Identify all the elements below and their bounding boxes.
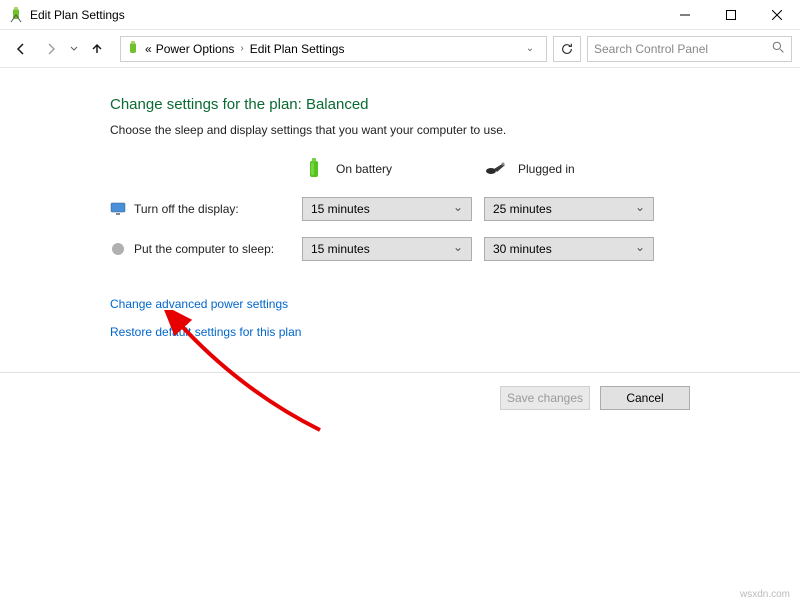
breadcrumb-prefix: «	[145, 42, 152, 56]
row-turn-off-display: Turn off the display:	[110, 201, 290, 217]
column-label: Plugged in	[518, 162, 575, 176]
row-put-to-sleep: Put the computer to sleep:	[110, 241, 290, 257]
column-plugged-in: Plugged in	[484, 157, 654, 181]
battery-icon	[302, 157, 326, 181]
recent-locations-dropdown[interactable]	[68, 45, 80, 53]
page-subtext: Choose the sleep and display settings th…	[110, 123, 800, 137]
forward-button[interactable]	[38, 36, 64, 62]
column-on-battery: On battery	[302, 157, 472, 181]
dropdown-value: 30 minutes	[493, 242, 552, 256]
watermark: wsxdn.com	[740, 589, 790, 600]
settings-grid: On battery Plugged in Turn off the displ…	[110, 157, 800, 261]
refresh-button[interactable]	[553, 36, 581, 62]
button-label: Save changes	[507, 391, 583, 405]
breadcrumb-bar[interactable]: « Power Options › Edit Plan Settings ⌄	[120, 36, 547, 62]
monitor-icon	[110, 201, 126, 217]
search-input[interactable]	[594, 42, 772, 56]
dropdown-value: 15 minutes	[311, 202, 370, 216]
sleep-battery-dropdown[interactable]: 15 minutes	[302, 237, 472, 261]
back-button[interactable]	[8, 36, 34, 62]
footer-divider	[0, 372, 800, 373]
button-label: Cancel	[626, 391, 663, 405]
plug-icon	[484, 157, 508, 181]
moon-icon	[110, 241, 126, 257]
links-section: Change advanced power settings Restore d…	[110, 297, 800, 339]
maximize-button[interactable]	[708, 0, 754, 30]
footer-buttons: Save changes Cancel	[500, 386, 690, 410]
restore-defaults-link[interactable]: Restore default settings for this plan	[110, 325, 800, 339]
close-button[interactable]	[754, 0, 800, 30]
titlebar: Edit Plan Settings	[0, 0, 800, 30]
chevron-right-icon: ›	[238, 43, 245, 54]
breadcrumb-item[interactable]: Power Options	[156, 42, 235, 56]
breadcrumb-item[interactable]: Edit Plan Settings	[250, 42, 345, 56]
row-label: Put the computer to sleep:	[134, 242, 274, 256]
sleep-plugged-dropdown[interactable]: 30 minutes	[484, 237, 654, 261]
change-advanced-link[interactable]: Change advanced power settings	[110, 297, 800, 311]
dropdown-value: 25 minutes	[493, 202, 552, 216]
search-box[interactable]	[587, 36, 792, 62]
search-icon	[772, 41, 785, 57]
window-title: Edit Plan Settings	[30, 8, 125, 22]
column-label: On battery	[336, 162, 392, 176]
row-label: Turn off the display:	[134, 202, 239, 216]
save-changes-button: Save changes	[500, 386, 590, 410]
power-options-icon	[125, 41, 141, 57]
page-heading: Change settings for the plan: Balanced	[110, 96, 800, 113]
display-plugged-dropdown[interactable]: 25 minutes	[484, 197, 654, 221]
cancel-button[interactable]: Cancel	[600, 386, 690, 410]
dropdown-value: 15 minutes	[311, 242, 370, 256]
main-content: Change settings for the plan: Balanced C…	[0, 68, 800, 339]
navigation-toolbar: « Power Options › Edit Plan Settings ⌄	[0, 30, 800, 68]
minimize-button[interactable]	[662, 0, 708, 30]
power-options-icon	[8, 7, 24, 23]
display-battery-dropdown[interactable]: 15 minutes	[302, 197, 472, 221]
up-button[interactable]	[84, 36, 110, 62]
address-dropdown[interactable]: ⌄	[518, 43, 542, 54]
